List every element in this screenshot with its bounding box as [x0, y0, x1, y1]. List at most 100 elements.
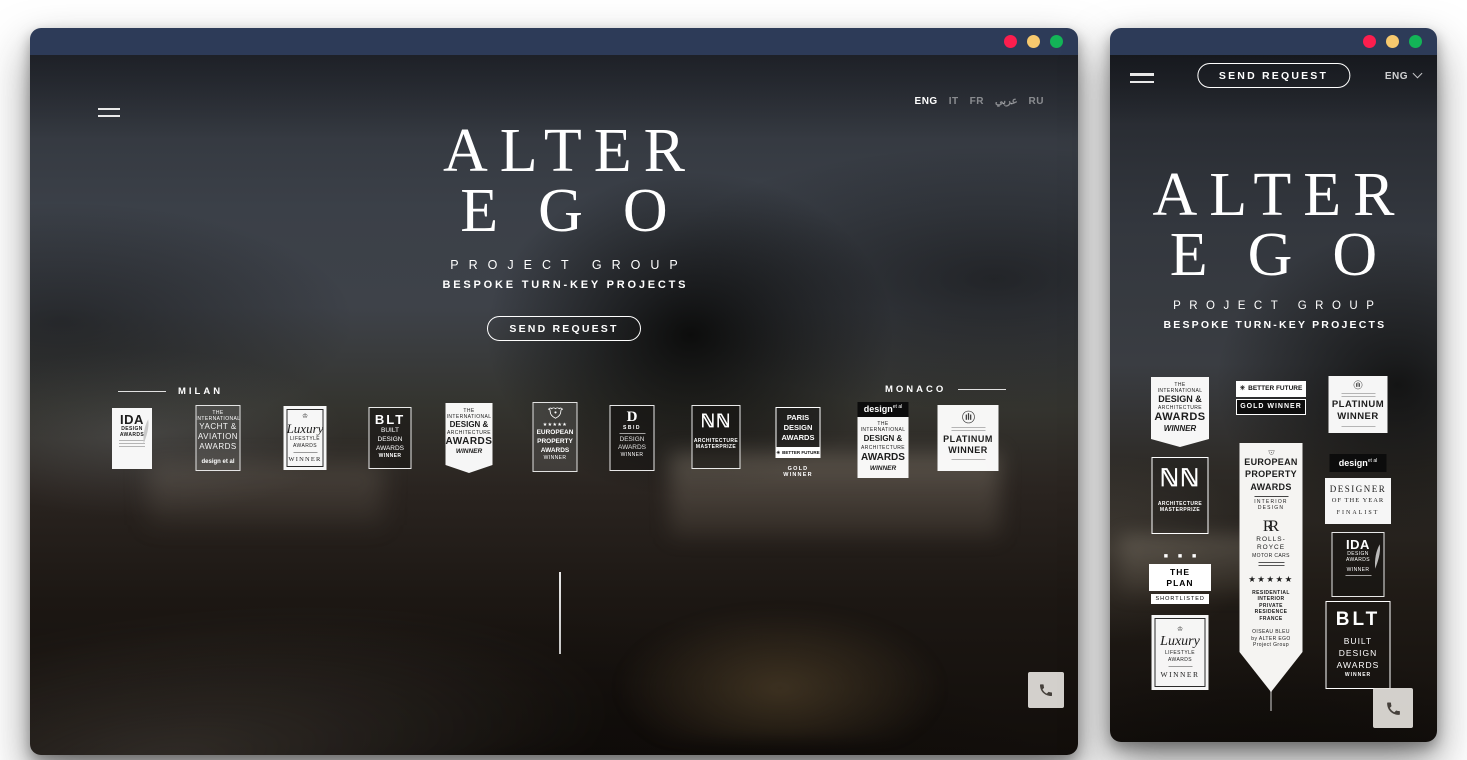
label: design	[1339, 458, 1368, 468]
label: design	[864, 404, 893, 414]
logo-subtitle: PROJECT GROUP	[40, 258, 1078, 272]
mobile-browser-window: SEND REQUEST ENG ALTER EGO PROJECT GROUP…	[1110, 28, 1437, 742]
divider-line	[958, 389, 1006, 390]
badge-european-property-awards: ★★★★★ EUROPEAN PROPERTY AWARDS WINNER	[533, 402, 578, 472]
badge-inner: ♔ Luxury LIFESTYLE AWARDS WINNER	[287, 409, 324, 467]
label: DESIGN	[620, 436, 645, 444]
language-switcher: ENG IT FR عربي RU	[915, 96, 1044, 107]
the-plan-logo: ■ ■ ■	[1160, 553, 1201, 561]
label: et al	[893, 404, 902, 410]
design-et-al-logo: designet al	[858, 402, 909, 417]
label: WINNER	[948, 445, 988, 455]
logo-tagline: BESPOKE TURN-KEY PROJECTS	[40, 279, 1078, 291]
label: DESIGN &	[864, 434, 903, 444]
label: AWARDS	[861, 452, 905, 464]
label: EUROPEAN	[1244, 457, 1297, 468]
label: DESIGN	[1339, 648, 1378, 659]
label: EUROPEAN	[537, 429, 574, 437]
label: WINNER	[1347, 567, 1370, 573]
label: WINNER	[544, 455, 567, 461]
crown-icon: ♔	[1177, 626, 1183, 634]
label: FINALIST	[1337, 510, 1380, 517]
label: BUILT	[1344, 636, 1372, 647]
label: AWARDS	[446, 436, 493, 448]
label: AWARDS	[541, 447, 570, 455]
lang-ru[interactable]: RU	[1029, 96, 1044, 107]
label: AVIATION	[198, 432, 238, 442]
minimize-window-button[interactable]	[1027, 35, 1040, 48]
lang-fr[interactable]: FR	[970, 96, 984, 107]
hero: ALTER EGO PROJECT GROUP BESPOKE TURN-KEY…	[30, 117, 1078, 341]
minimize-window-button[interactable]	[1386, 35, 1399, 48]
label: WINNER	[621, 452, 644, 458]
badge-inner: THE INTERNATIONAL DESIGN & ARCHITECTURE …	[858, 417, 909, 478]
label: YACHT &	[199, 422, 236, 432]
logo-ego: EGO	[40, 180, 1078, 242]
hero: ALTER EGO PROJECT GROUP BESPOKE TURN-KEY…	[1110, 161, 1437, 331]
send-request-button[interactable]: SEND REQUEST	[487, 316, 640, 341]
chevron-down-icon	[1413, 69, 1423, 79]
badge-yacht-aviation-awards: THE INTERNATIONAL YACHT & AVIATION AWARD…	[196, 405, 241, 471]
divider-line	[1168, 666, 1192, 667]
masterprize-logo: ℕℕ	[1160, 467, 1200, 491]
close-window-button[interactable]	[1004, 35, 1017, 48]
label: Luxury	[287, 422, 324, 435]
maximize-window-button[interactable]	[1409, 35, 1422, 48]
badge-design-architecture-awards-winner: THE INTERNATIONAL DESIGN & ARCHITECTURE …	[446, 403, 493, 473]
badge-sbid-design-awards: D SBID DESIGN AWARDS WINNER	[610, 405, 655, 471]
location-label: MILAN	[178, 386, 223, 397]
label: AWARDS	[293, 443, 317, 449]
mobile-titlebar	[1110, 28, 1437, 55]
label: WINNER	[288, 456, 321, 464]
label: INTERIOR DESIGN	[1243, 499, 1300, 511]
badge-blt-built-design-awards: BLT BUILT DESIGN AWARDS WINNER	[1326, 601, 1391, 689]
maximize-window-button[interactable]	[1050, 35, 1063, 48]
label: OISEAU BLEU	[1252, 629, 1290, 635]
fine-print	[1341, 426, 1375, 427]
badge-design-et-al: designet al	[1330, 454, 1387, 472]
close-window-button[interactable]	[1363, 35, 1376, 48]
location-milan: MILAN	[118, 386, 223, 397]
label: AWARDS	[1346, 557, 1370, 563]
fine-print	[951, 459, 985, 460]
label: WINNER	[1161, 670, 1200, 679]
fine-print	[1341, 393, 1375, 397]
lang-it[interactable]: IT	[949, 96, 959, 107]
send-request-button[interactable]: SEND REQUEST	[1197, 63, 1350, 88]
lang-eng[interactable]: ENG	[915, 96, 938, 107]
label: MASTERPRIZE	[696, 444, 736, 450]
label: AWARDS	[1154, 411, 1205, 424]
logo-alter: ALTER	[1110, 161, 1437, 229]
label: THE INTERNATIONAL	[860, 421, 907, 433]
crest-icon	[1260, 450, 1282, 456]
label: AWARDS	[1168, 657, 1192, 663]
divider-line	[293, 452, 317, 453]
label: AWARDS	[1337, 660, 1380, 671]
menu-button[interactable]	[1126, 64, 1158, 92]
ida-logo: IDA	[1346, 538, 1370, 551]
divider-line	[118, 391, 166, 392]
phone-icon	[1038, 682, 1054, 698]
label: LIFESTYLE	[290, 436, 320, 442]
badge-inner: ✳ BETTER FUTURE	[1236, 381, 1306, 397]
lang-ar[interactable]: عربي	[995, 96, 1018, 107]
fine-print	[1345, 575, 1371, 576]
label: FRANCE	[1259, 616, 1282, 622]
label: MOTOR CARS	[1252, 553, 1290, 559]
label: ARCHITECTURE	[861, 445, 905, 451]
phone-icon	[1385, 700, 1402, 717]
label: MASTERPRIZE	[1160, 507, 1200, 513]
language-dropdown[interactable]: ENG	[1385, 70, 1421, 82]
label: AWARDS	[618, 444, 646, 452]
page: ENG IT FR عربي RU ALTER EGO PROJECT GROU…	[0, 0, 1467, 760]
phone-button[interactable]	[1373, 688, 1413, 728]
label: THE INTERNATIONAL	[1153, 382, 1207, 394]
badge-european-property-awards-ribbon: EUROPEAN PROPERTY AWARDS INTERIOR DESIGN…	[1240, 443, 1303, 692]
label: THE INTERNATIONAL	[196, 410, 241, 422]
phone-button[interactable]	[1028, 672, 1064, 708]
blt-logo: BLT	[1336, 610, 1381, 629]
label: THE INTERNATIONAL	[447, 408, 492, 420]
badge-ida-design-awards: IDA DESIGN AWARDS WINNER	[1332, 532, 1385, 597]
label: THE PLAN	[1149, 564, 1211, 590]
label: WINNER	[456, 448, 482, 456]
